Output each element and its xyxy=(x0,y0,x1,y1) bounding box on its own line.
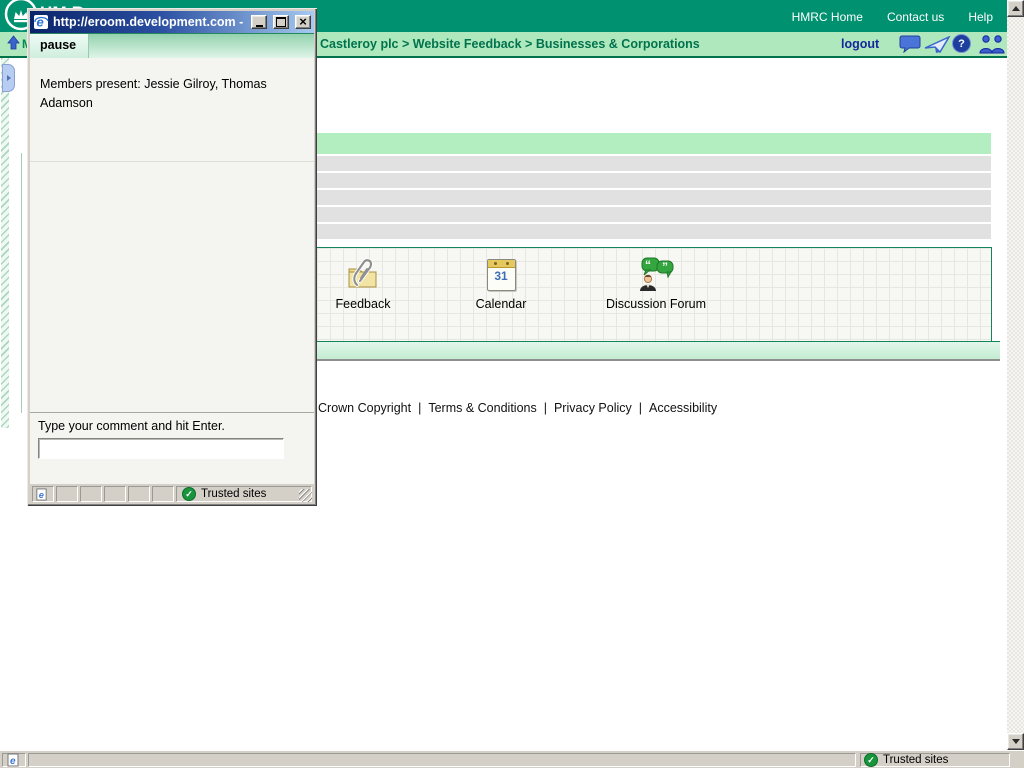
popup-status-page-segment: e xyxy=(32,486,54,502)
popup-tab-bar: pause xyxy=(30,33,314,58)
vertical-scrollbar[interactable] xyxy=(1007,0,1024,750)
popup-title-bar[interactable]: e http://eroom.development.com - B... × xyxy=(30,11,314,33)
minimize-icon xyxy=(256,25,263,27)
footer-accessibility[interactable]: Accessibility xyxy=(649,401,717,415)
breadcrumb: Castleroy plc > Website Feedback > Busin… xyxy=(320,37,700,51)
calendar-icon: 31 xyxy=(431,256,571,294)
nav-help[interactable]: Help xyxy=(968,10,993,24)
chat-transcript-area: Members present: Jessie Gilroy, Thomas A… xyxy=(30,58,314,412)
ie-browser-icon: e xyxy=(33,14,49,30)
footer-separator: | xyxy=(418,401,421,415)
status-page-segment: e xyxy=(2,753,26,767)
minimize-button[interactable] xyxy=(251,15,267,29)
svg-text:e: e xyxy=(39,490,44,500)
calendar-day: 31 xyxy=(488,269,515,283)
svg-text:e: e xyxy=(10,756,16,767)
popup-status-segment xyxy=(56,486,78,502)
footer-terms[interactable]: Terms & Conditions xyxy=(428,401,536,415)
members-icon[interactable] xyxy=(978,34,1006,59)
close-button[interactable]: × xyxy=(295,15,311,29)
logout-link[interactable]: logout xyxy=(841,37,879,51)
trusted-check-icon: ✓ xyxy=(864,753,878,767)
popup-status-segment xyxy=(104,486,126,502)
comment-entry-area: Type your comment and hit Enter. xyxy=(30,412,314,484)
footer-separator: | xyxy=(544,401,547,415)
nav-hmrc-home[interactable]: HMRC Home xyxy=(792,10,863,24)
maximize-button[interactable] xyxy=(273,15,289,29)
tool-calendar[interactable]: 31 Calendar xyxy=(431,256,571,311)
close-icon: × xyxy=(299,17,307,27)
footer-separator: | xyxy=(639,401,642,415)
sidebar-collapse-handle[interactable] xyxy=(2,64,15,92)
status-message-segment xyxy=(28,753,856,767)
up-arrow-icon[interactable] xyxy=(6,35,21,56)
footer-crown-copyright[interactable]: Crown Copyright xyxy=(318,401,411,415)
trusted-check-icon: ✓ xyxy=(182,487,196,501)
tool-label: Discussion Forum xyxy=(571,297,741,311)
tool-label: Calendar xyxy=(431,297,571,311)
scroll-down-icon xyxy=(1012,739,1020,744)
svg-text:”: ” xyxy=(662,260,668,274)
discussion-forum-icon: “ ” xyxy=(571,256,741,294)
popup-title: http://eroom.development.com - B... xyxy=(53,15,245,29)
tool-discussion-forum[interactable]: “ ” Discussion Forum xyxy=(571,256,741,311)
send-plane-icon[interactable] xyxy=(924,36,951,59)
nav-contact-us[interactable]: Contact us xyxy=(887,10,944,24)
comment-prompt: Type your comment and hit Enter. xyxy=(38,419,306,433)
browser-status-bar: e ✓ Trusted sites xyxy=(0,750,1024,768)
pause-tab[interactable]: pause xyxy=(30,34,89,58)
footer-privacy[interactable]: Privacy Policy xyxy=(554,401,632,415)
members-present-text: Members present: Jessie Gilroy, Thomas A… xyxy=(40,77,267,110)
footer-links: Crown Copyright | Terms & Conditions | Priva… xyxy=(318,401,717,415)
popup-status-segment xyxy=(80,486,102,502)
trusted-sites-label: Trusted sites xyxy=(883,754,948,766)
ie-page-icon: e xyxy=(35,488,48,501)
resize-grip[interactable] xyxy=(299,489,312,502)
left-sidebar xyxy=(0,58,27,428)
ie-page-icon: e xyxy=(6,753,20,767)
sidebar-texture xyxy=(1,58,9,428)
calendar-band xyxy=(488,260,515,268)
maximize-icon xyxy=(276,17,286,27)
sidebar-divider xyxy=(21,153,22,413)
comment-bubble-icon[interactable] xyxy=(899,34,921,58)
popup-status-segment xyxy=(152,486,174,502)
svg-text:“: “ xyxy=(645,258,651,272)
header-nav: HMRC Home Contact us Help xyxy=(792,10,993,24)
transcript-divider xyxy=(30,161,314,162)
calendar-ring-dot xyxy=(506,262,509,265)
chevron-right-icon xyxy=(7,75,11,81)
popup-status-zone-segment: ✓ Trusted sites xyxy=(176,486,312,502)
status-zone-segment: ✓ Trusted sites xyxy=(860,753,1010,767)
scroll-up-button[interactable] xyxy=(1007,0,1024,17)
comment-input[interactable] xyxy=(38,438,284,459)
calendar-ring-dot xyxy=(494,262,497,265)
popup-status-segment xyxy=(128,486,150,502)
trusted-sites-label: Trusted sites xyxy=(201,488,266,500)
help-icon[interactable]: ? xyxy=(952,34,971,53)
svg-text:e: e xyxy=(37,15,44,30)
popup-status-bar: e ✓ Trusted sites xyxy=(30,484,314,504)
scroll-down-button[interactable] xyxy=(1007,733,1024,750)
scroll-up-icon xyxy=(1012,6,1020,11)
browser-page: HM Revenue HMRC Home Contact us Help M C… xyxy=(0,0,1024,768)
chat-popup-window: e http://eroom.development.com - B... × … xyxy=(27,8,317,506)
